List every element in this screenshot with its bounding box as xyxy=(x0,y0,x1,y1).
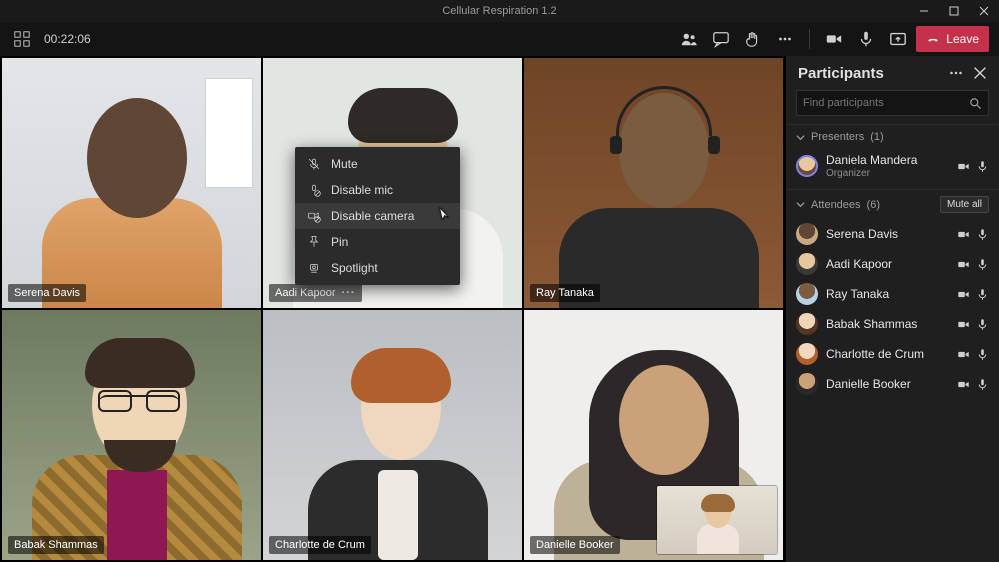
grid-layout-button[interactable] xyxy=(10,27,34,51)
participant-row[interactable]: Ray Tanaka xyxy=(792,279,993,309)
participant-row[interactable]: Daniela Mandera Organizer xyxy=(792,149,993,183)
camera-icon xyxy=(957,318,970,331)
title-bar: Cellular Respiration 1.2 xyxy=(0,0,999,22)
window-minimize-button[interactable] xyxy=(909,0,939,22)
camera-toggle-button[interactable] xyxy=(820,27,848,51)
menu-item-pin[interactable]: Pin xyxy=(295,229,460,255)
window-close-button[interactable] xyxy=(969,0,999,22)
window-title: Cellular Respiration 1.2 xyxy=(442,5,556,17)
participant-name: Serena Davis xyxy=(826,227,949,241)
meeting-toolbar: 00:22:06 xyxy=(0,22,999,56)
participant-name: Danielle Booker xyxy=(826,377,949,391)
video-tile-charlotte-de-crum[interactable]: Charlotte de Crum xyxy=(263,310,522,560)
mic-icon xyxy=(976,258,989,271)
chevron-down-icon xyxy=(796,200,805,209)
video-tile-danielle-booker[interactable]: Danielle Booker xyxy=(524,310,783,560)
avatar xyxy=(796,223,818,245)
share-screen-button[interactable] xyxy=(884,27,912,51)
search-input[interactable] xyxy=(803,97,968,109)
tile-more-icon[interactable]: ··· xyxy=(342,287,356,299)
camera-disable-icon xyxy=(307,209,321,223)
leave-icon xyxy=(926,32,940,46)
chat-button[interactable] xyxy=(707,27,735,51)
toolbar-separator xyxy=(809,29,810,49)
window-controls xyxy=(909,0,999,22)
meeting-body: Serena Davis Aadi Kapoor ··· xyxy=(0,56,999,562)
video-tile-serena-davis[interactable]: Serena Davis xyxy=(2,58,261,308)
avatar xyxy=(796,155,818,177)
tile-name-label: Aadi Kapoor ··· xyxy=(269,284,362,302)
participant-name: Charlotte de Crum xyxy=(826,347,949,361)
cursor-icon xyxy=(438,207,452,226)
spotlight-icon xyxy=(307,261,321,275)
participant-row[interactable]: Aadi Kapoor xyxy=(792,249,993,279)
avatar xyxy=(796,343,818,365)
tile-name-label: Ray Tanaka xyxy=(530,284,600,302)
mic-muted-icon xyxy=(307,157,321,171)
menu-item-disable-mic[interactable]: Disable mic xyxy=(295,177,460,203)
section-header-presenters[interactable]: Presenters (1) xyxy=(786,125,999,149)
mic-icon xyxy=(976,378,989,391)
avatar xyxy=(796,253,818,275)
camera-icon xyxy=(957,258,970,271)
avatar xyxy=(796,313,818,335)
mic-icon xyxy=(976,348,989,361)
menu-item-mute[interactable]: Mute xyxy=(295,151,460,177)
app-root: Cellular Respiration 1.2 00:22:06 xyxy=(0,0,999,562)
participant-name: Babak Shammas xyxy=(826,317,949,331)
window-maximize-button[interactable] xyxy=(939,0,969,22)
video-grid: Serena Davis Aadi Kapoor ··· xyxy=(0,56,785,562)
participants-panel: Participants Present xyxy=(785,56,999,562)
menu-item-disable-camera[interactable]: Disable camera xyxy=(295,203,460,229)
leave-button[interactable]: Leave xyxy=(916,26,989,52)
self-preview[interactable] xyxy=(657,486,777,554)
more-actions-button[interactable] xyxy=(771,27,799,51)
mic-toggle-button[interactable] xyxy=(852,27,880,51)
chevron-down-icon xyxy=(796,133,805,142)
mic-icon xyxy=(976,318,989,331)
camera-icon xyxy=(957,160,970,173)
mic-disable-icon xyxy=(307,183,321,197)
tile-name-label: Charlotte de Crum xyxy=(269,536,371,554)
panel-title: Participants xyxy=(798,65,884,82)
call-duration: 00:22:06 xyxy=(44,32,91,46)
section-header-attendees[interactable]: Attendees (6) Mute all xyxy=(786,190,999,219)
panel-close-button[interactable] xyxy=(971,64,989,82)
tile-name-label: Danielle Booker xyxy=(530,536,620,554)
participant-row[interactable]: Charlotte de Crum xyxy=(792,339,993,369)
participant-name: Ray Tanaka xyxy=(826,287,949,301)
participant-row[interactable]: Serena Davis xyxy=(792,219,993,249)
avatar xyxy=(796,373,818,395)
participant-name: Aadi Kapoor xyxy=(826,257,949,271)
menu-item-spotlight[interactable]: Spotlight xyxy=(295,255,460,281)
video-tile-ray-tanaka[interactable]: Ray Tanaka xyxy=(524,58,783,308)
tile-name-label: Babak Shammas xyxy=(8,536,104,554)
camera-icon xyxy=(957,288,970,301)
raise-hand-button[interactable] xyxy=(739,27,767,51)
camera-icon xyxy=(957,378,970,391)
tile-name-label: Serena Davis xyxy=(8,284,86,302)
participant-row[interactable]: Babak Shammas xyxy=(792,309,993,339)
participants-button[interactable] xyxy=(675,27,703,51)
panel-more-button[interactable] xyxy=(947,64,965,82)
mute-all-button[interactable]: Mute all xyxy=(940,196,989,213)
mic-icon xyxy=(976,228,989,241)
participants-search[interactable] xyxy=(796,90,989,116)
section-attendees: Attendees (6) Mute all Serena Davis Aadi … xyxy=(786,189,999,405)
avatar xyxy=(796,283,818,305)
search-icon xyxy=(968,96,982,110)
mic-icon xyxy=(976,288,989,301)
participant-row[interactable]: Danielle Booker xyxy=(792,369,993,399)
camera-icon xyxy=(957,228,970,241)
video-tile-babak-shammas[interactable]: Babak Shammas xyxy=(2,310,261,560)
section-presenters: Presenters (1) Daniela Mandera Organizer xyxy=(786,124,999,189)
participant-context-menu: Mute Disable mic Disable camera Pin Spot… xyxy=(295,147,460,285)
leave-label: Leave xyxy=(946,32,979,46)
camera-icon xyxy=(957,348,970,361)
pin-icon xyxy=(307,235,321,249)
mic-icon xyxy=(976,160,989,173)
